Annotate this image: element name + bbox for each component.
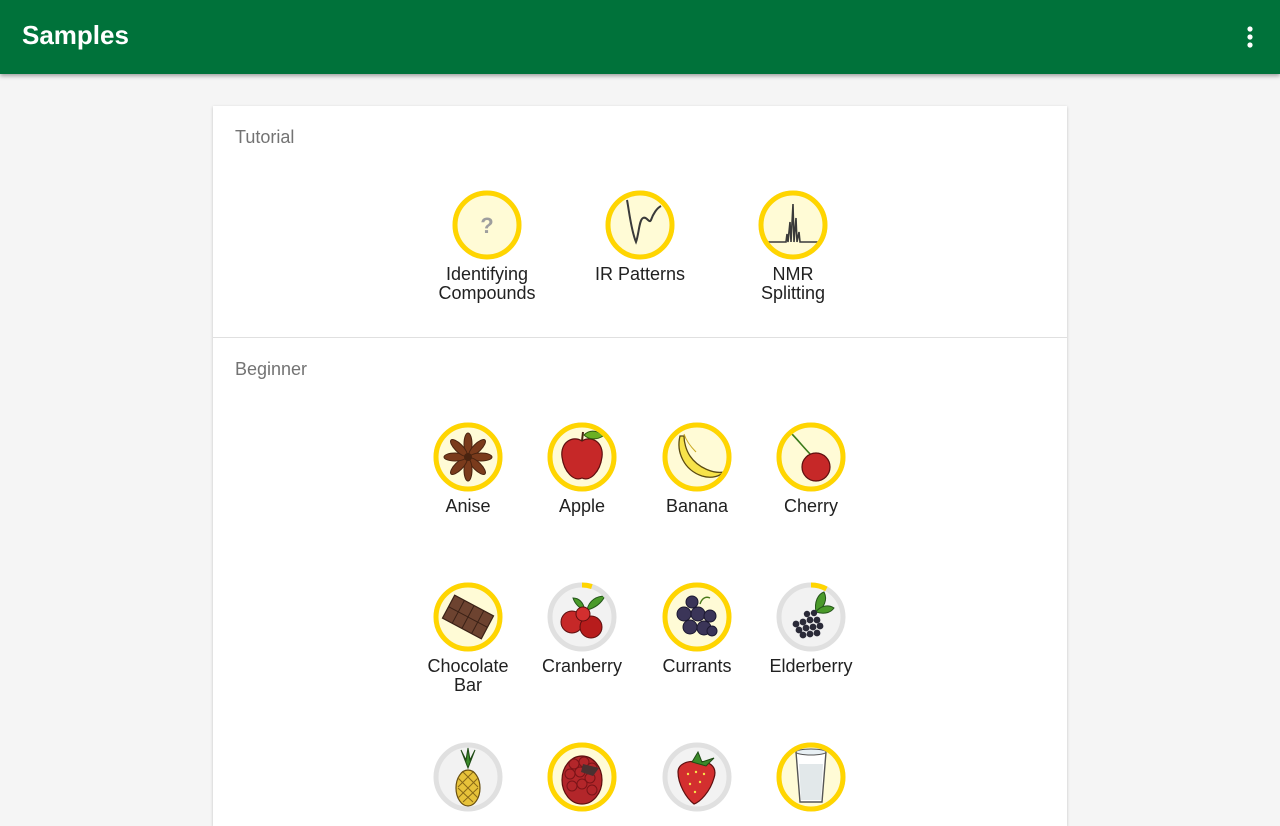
- sample-label: NMR Splitting: [760, 264, 826, 303]
- progress-ring-arc: [547, 422, 617, 492]
- app-title: Samples: [22, 20, 129, 50]
- progress-ring-arc: [605, 190, 675, 260]
- section-title-beginner: Beginner: [235, 359, 308, 379]
- strawberry-icon: [662, 742, 732, 812]
- sample-label: Apple: [558, 496, 606, 516]
- progress-ring-track: [662, 742, 732, 812]
- sample-label: IR Patterns: [594, 264, 686, 284]
- progress-ring-track: [547, 582, 617, 652]
- sample-item-nmr-splitting[interactable]: NMR Splitting: [728, 190, 858, 303]
- section-divider: [213, 337, 1067, 338]
- sample-label: Cranberry: [541, 656, 623, 676]
- sample-item-elderberry[interactable]: Elderberry: [746, 582, 876, 676]
- raspberry-icon: [547, 742, 617, 812]
- progress-ring-arc: [433, 582, 503, 652]
- progress-ring-arc: [776, 422, 846, 492]
- sample-item-strawberry[interactable]: [632, 742, 762, 817]
- section-title-tutorial: Tutorial: [235, 127, 295, 147]
- progress-ring-arc: [758, 190, 828, 260]
- nmr-peaks-icon: [758, 190, 828, 260]
- more-vert-icon[interactable]: [1238, 25, 1262, 51]
- milk-glass-icon: [776, 742, 846, 812]
- sample-item-milk[interactable]: [746, 742, 876, 817]
- sample-label: Banana: [665, 496, 729, 516]
- sample-label: Currants: [662, 656, 732, 676]
- progress-ring-arc: [662, 582, 732, 652]
- banana-icon: [662, 422, 732, 492]
- progress-ring-arc: [547, 742, 617, 812]
- sample-item-chocolate-bar[interactable]: Chocolate Bar: [403, 582, 533, 695]
- sample-item-currants[interactable]: Currants: [632, 582, 762, 676]
- progress-ring-arc: [452, 190, 522, 260]
- sample-label: Anise: [445, 496, 491, 516]
- apple-icon: [547, 422, 617, 492]
- pineapple-icon: [433, 742, 503, 812]
- sample-label: Identifying Compounds: [438, 264, 536, 303]
- sample-label: Cherry: [783, 496, 838, 516]
- progress-ring-arc: [776, 742, 846, 812]
- sample-item-apple[interactable]: Apple: [517, 422, 647, 516]
- sample-item-ir-patterns[interactable]: IR Patterns: [575, 190, 705, 284]
- sample-item-identifying-compounds[interactable]: ? Identifying Compounds: [422, 190, 552, 303]
- progress-ring-arc: [433, 422, 503, 492]
- progress-ring-track: [433, 742, 503, 812]
- sample-item-cherry[interactable]: Cherry: [746, 422, 876, 516]
- sample-label: Chocolate Bar: [427, 656, 509, 695]
- sample-label: Elderberry: [769, 656, 853, 676]
- progress-ring-arc: [662, 422, 732, 492]
- sample-item-anise[interactable]: Anise: [403, 422, 533, 516]
- elderberry-icon: [776, 582, 846, 652]
- cherry-icon: [776, 422, 846, 492]
- star-anise-icon: [433, 422, 503, 492]
- chocolate-bar-icon: [433, 582, 503, 652]
- question-mark-icon: ?: [452, 190, 522, 260]
- ir-spectrum-icon: [605, 190, 675, 260]
- app-bar: Samples: [0, 0, 1280, 74]
- currants-icon: [662, 582, 732, 652]
- sample-item-raspberry[interactable]: [517, 742, 647, 817]
- sample-item-cranberry[interactable]: Cranberry: [517, 582, 647, 676]
- cranberry-icon: [547, 582, 617, 652]
- progress-ring-track: [776, 582, 846, 652]
- sample-item-pineapple[interactable]: [403, 742, 533, 817]
- sample-item-banana[interactable]: Banana: [632, 422, 762, 516]
